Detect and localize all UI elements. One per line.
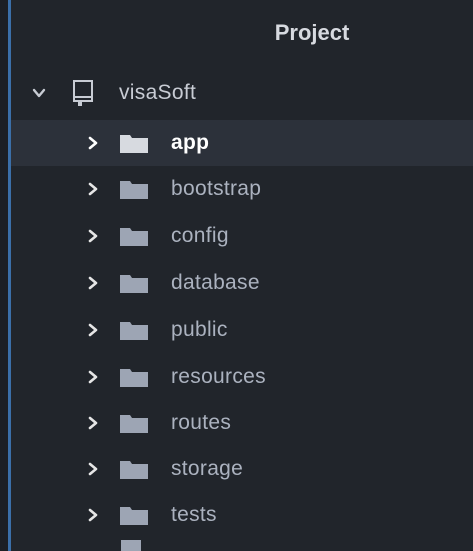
panel-header: Project [11, 0, 473, 66]
book-icon [73, 80, 93, 106]
chevron-right-icon[interactable] [83, 273, 103, 293]
tree-item-routes[interactable]: routes [11, 400, 473, 446]
tree-item-public[interactable]: public [11, 307, 473, 353]
tree-item-label: resources [171, 365, 266, 388]
chevron-right-icon[interactable] [83, 320, 103, 340]
folder-icon [120, 135, 148, 153]
chevron-right-icon[interactable] [83, 367, 103, 387]
chevron-right-icon[interactable] [83, 133, 103, 153]
tree-item-label: database [171, 271, 260, 294]
tree-item-label: routes [171, 411, 232, 434]
folder-icon [120, 181, 148, 199]
tree-item-label: storage [171, 457, 244, 480]
panel-left-edge [0, 0, 8, 551]
tree-item-resources[interactable]: resources [11, 354, 473, 400]
folder-icon [120, 228, 148, 246]
chevron-right-icon[interactable] [83, 459, 103, 479]
folder-icon [120, 369, 148, 387]
file-icon [121, 540, 141, 551]
chevron-right-icon[interactable] [83, 226, 103, 246]
folder-icon [120, 322, 148, 340]
folder-icon [120, 507, 148, 525]
tree-item-label: bootstrap [171, 177, 262, 200]
tree-item-label: config [171, 224, 229, 247]
chevron-right-icon[interactable] [83, 505, 103, 525]
tree-item-tests[interactable]: tests [11, 492, 473, 538]
folder-icon [120, 275, 148, 293]
tree-item-partial[interactable] [11, 540, 473, 551]
project-panel: Project visaSoft app bootstrap config da… [0, 0, 473, 551]
tree-item-config[interactable]: config [11, 213, 473, 259]
chevron-down-icon[interactable] [29, 83, 49, 103]
chevron-right-icon[interactable] [83, 413, 103, 433]
tree-item-database[interactable]: database [11, 260, 473, 306]
tree-root-visasoft[interactable]: visaSoft [11, 70, 473, 116]
tree-item-app[interactable]: app [11, 120, 473, 166]
panel-title: Project [274, 20, 350, 45]
tree-root-label: visaSoft [119, 81, 197, 104]
tree-item-storage[interactable]: storage [11, 446, 473, 492]
tree-item-label: app [171, 131, 210, 154]
tree-item-label: tests [171, 503, 217, 526]
chevron-right-icon[interactable] [83, 179, 103, 199]
folder-icon [120, 461, 148, 479]
tree-item-label: public [171, 318, 228, 341]
tree-item-bootstrap[interactable]: bootstrap [11, 166, 473, 212]
folder-icon [120, 415, 148, 433]
